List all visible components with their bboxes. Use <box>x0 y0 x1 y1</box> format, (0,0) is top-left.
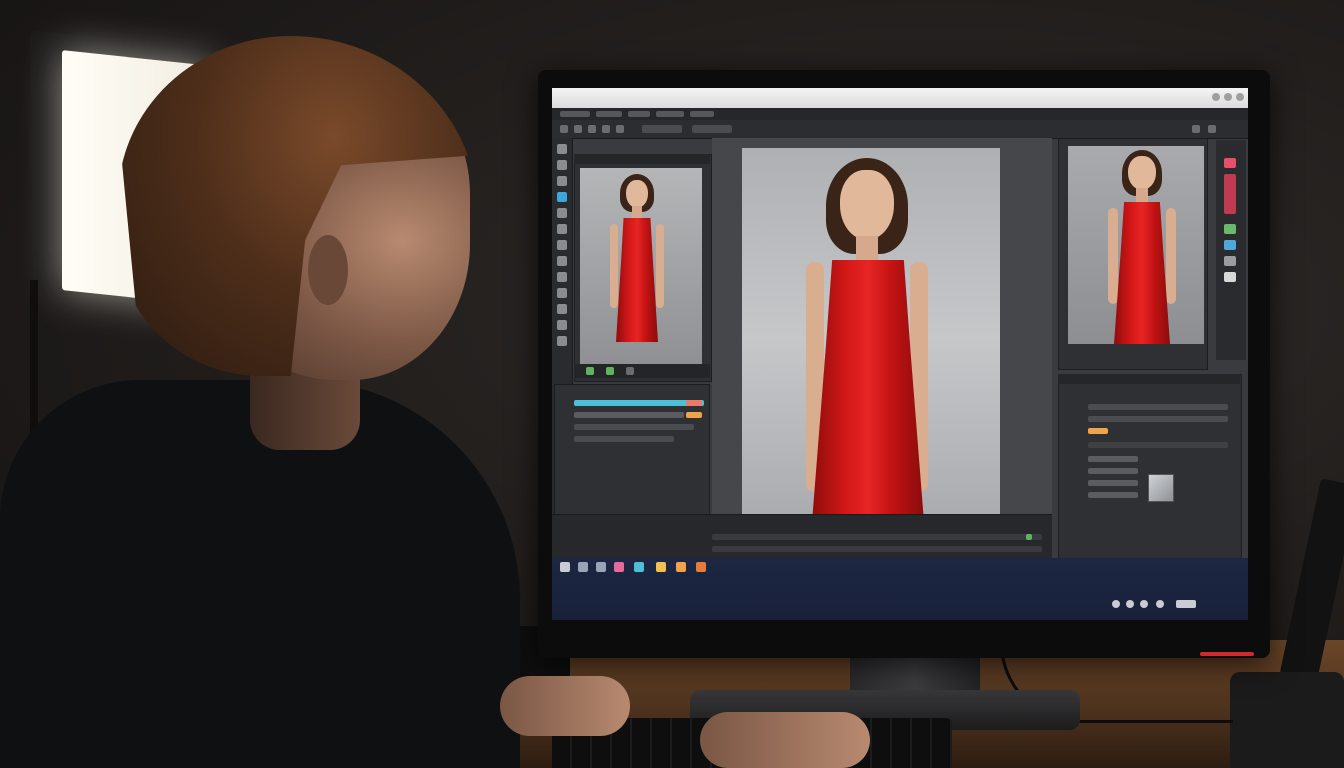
search-icon[interactable] <box>1208 125 1216 133</box>
property-row[interactable] <box>1088 404 1228 410</box>
photo-scene <box>0 0 1344 768</box>
right-hand <box>700 712 870 768</box>
minimize-icon[interactable] <box>1212 93 1220 101</box>
option-icon[interactable] <box>574 125 582 133</box>
property-swatch[interactable] <box>1088 428 1108 434</box>
swatch[interactable] <box>1224 240 1236 250</box>
hand-icon[interactable] <box>557 320 567 330</box>
window-titlebar <box>552 88 1248 108</box>
properties-header <box>1058 374 1240 384</box>
menu-item[interactable] <box>560 111 590 117</box>
option-icon[interactable] <box>588 125 596 133</box>
swatch[interactable] <box>1224 256 1236 266</box>
property-thumbnail[interactable] <box>1148 474 1174 502</box>
property-row[interactable] <box>1088 456 1138 462</box>
crop-icon[interactable] <box>557 192 567 202</box>
layer-bar[interactable] <box>574 424 694 430</box>
swatch[interactable] <box>1224 272 1236 282</box>
swatch[interactable] <box>1224 224 1236 234</box>
swatch[interactable] <box>1224 158 1236 168</box>
loop-icon[interactable] <box>626 367 634 375</box>
monitor-screen <box>552 88 1248 620</box>
timeline-track[interactable] <box>712 546 1042 552</box>
app-icon[interactable] <box>578 562 588 572</box>
left-preview-header <box>574 154 710 164</box>
preview-controls <box>574 364 710 378</box>
menu-item[interactable] <box>656 111 684 117</box>
layer-bar[interactable] <box>574 436 674 442</box>
layer-swatch <box>686 412 702 418</box>
timeline-track[interactable] <box>712 534 1042 540</box>
menu-item[interactable] <box>596 111 622 117</box>
option-icon[interactable] <box>602 125 610 133</box>
app-icon[interactable] <box>676 562 686 572</box>
close-icon[interactable] <box>1236 93 1244 101</box>
keyframe-icon[interactable] <box>1026 534 1032 540</box>
app-icon[interactable] <box>614 562 624 572</box>
app-icon[interactable] <box>696 562 706 572</box>
desk-lamp-base <box>1230 672 1344 768</box>
zoom-icon[interactable] <box>557 336 567 346</box>
start-icon[interactable] <box>560 562 570 572</box>
property-row[interactable] <box>1088 492 1138 498</box>
property-row[interactable] <box>1088 442 1228 448</box>
wifi-icon[interactable] <box>1112 600 1120 608</box>
person-ear <box>308 235 348 305</box>
eraser-icon[interactable] <box>557 256 567 266</box>
next-frame-icon[interactable] <box>606 367 614 375</box>
option-field[interactable] <box>692 125 732 133</box>
layer-bar[interactable] <box>574 400 704 406</box>
brush-icon[interactable] <box>557 224 567 234</box>
pen-icon[interactable] <box>557 288 567 298</box>
option-icon[interactable] <box>616 125 624 133</box>
eyedropper-icon[interactable] <box>557 208 567 218</box>
text-icon[interactable] <box>557 304 567 314</box>
maximize-icon[interactable] <box>1224 93 1232 101</box>
monitor-led <box>1200 652 1254 656</box>
lasso-icon[interactable] <box>557 176 567 186</box>
layer-swatch <box>686 400 702 406</box>
move-icon[interactable] <box>557 144 567 154</box>
app-icon[interactable] <box>596 562 606 572</box>
volume-icon[interactable] <box>1126 600 1134 608</box>
app-icon[interactable] <box>634 562 644 572</box>
menu-item[interactable] <box>690 111 714 117</box>
play-icon[interactable] <box>586 367 594 375</box>
clock <box>1176 600 1196 608</box>
option-field[interactable] <box>642 125 682 133</box>
app-icon[interactable] <box>656 562 666 572</box>
menu-item[interactable] <box>628 111 650 117</box>
notification-icon[interactable] <box>1156 600 1164 608</box>
property-row[interactable] <box>1088 468 1138 474</box>
battery-icon[interactable] <box>1140 600 1148 608</box>
gradient-icon[interactable] <box>557 272 567 282</box>
property-row[interactable] <box>1088 480 1138 486</box>
swatch[interactable] <box>1224 174 1236 214</box>
marquee-icon[interactable] <box>557 160 567 170</box>
workspace-icon[interactable] <box>1192 125 1200 133</box>
clone-icon[interactable] <box>557 240 567 250</box>
layer-bar[interactable] <box>574 412 684 418</box>
swatches-panel <box>1216 140 1246 360</box>
left-hand <box>500 676 630 736</box>
property-row[interactable] <box>1088 416 1228 422</box>
option-icon[interactable] <box>560 125 568 133</box>
